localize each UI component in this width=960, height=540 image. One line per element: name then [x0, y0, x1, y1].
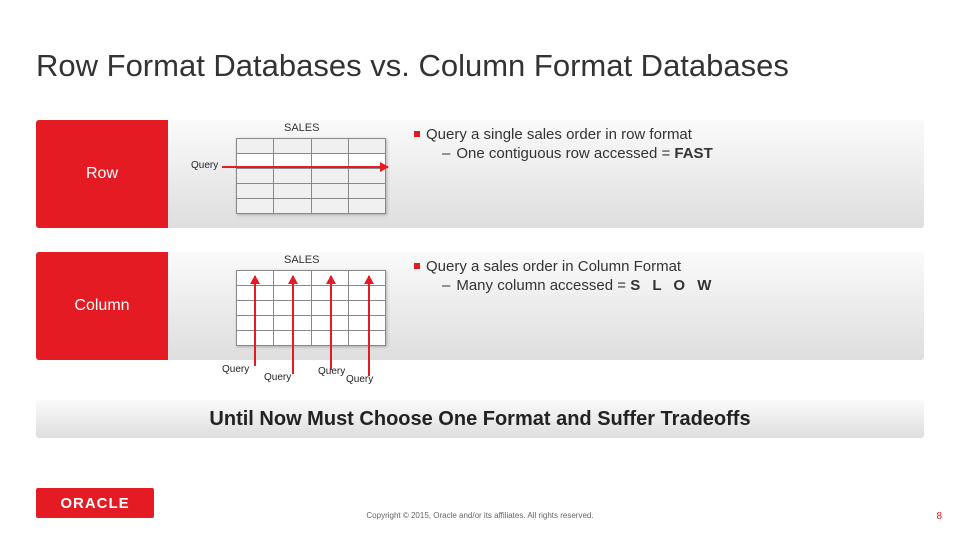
row-fast: FAST	[674, 145, 712, 162]
column-label: Column	[36, 252, 168, 360]
col-arrow-icon	[292, 276, 294, 374]
col-slow: S L O W	[630, 277, 715, 294]
col-arrow-icon	[254, 276, 256, 366]
col-bullets: Query a sales order in Column Format –Ma…	[414, 258, 914, 294]
col-q3: Query	[318, 366, 345, 377]
col-arrow-icon	[330, 276, 332, 370]
row-label: Row	[36, 120, 168, 228]
col-q1: Query	[222, 364, 249, 375]
row-query-label: Query	[191, 160, 218, 171]
row-bullet-text: Query a single sales order in row format	[426, 126, 692, 143]
row-table-title: SALES	[284, 122, 319, 134]
row-section: Row SALES Query Query a single sales ord…	[36, 120, 924, 228]
bullet-icon	[414, 131, 420, 137]
col-table-title: SALES	[284, 254, 319, 266]
slide: Row Format Databases vs. Column Format D…	[0, 0, 960, 540]
copyright-text: Copyright © 2015, Oracle and/or its affi…	[0, 511, 960, 520]
page-number: 8	[936, 511, 942, 522]
col-q4: Query	[346, 374, 373, 385]
conclusion-bar: Until Now Must Choose One Format and Suf…	[36, 400, 924, 438]
slide-title: Row Format Databases vs. Column Format D…	[36, 48, 789, 84]
row-bullets: Query a single sales order in row format…	[414, 126, 914, 162]
col-bullet-text: Query a sales order in Column Format	[426, 258, 681, 275]
column-section: Column SALES Query Query Query Query Que…	[36, 252, 924, 360]
row-mini-table	[236, 138, 386, 214]
col-sub-text: Many column accessed =	[456, 277, 626, 294]
bullet-icon	[414, 263, 420, 269]
row-sub-text: One contiguous row accessed =	[456, 145, 670, 162]
row-arrow-icon	[222, 166, 388, 168]
col-arrow-icon	[368, 276, 370, 376]
col-q2: Query	[264, 372, 291, 383]
